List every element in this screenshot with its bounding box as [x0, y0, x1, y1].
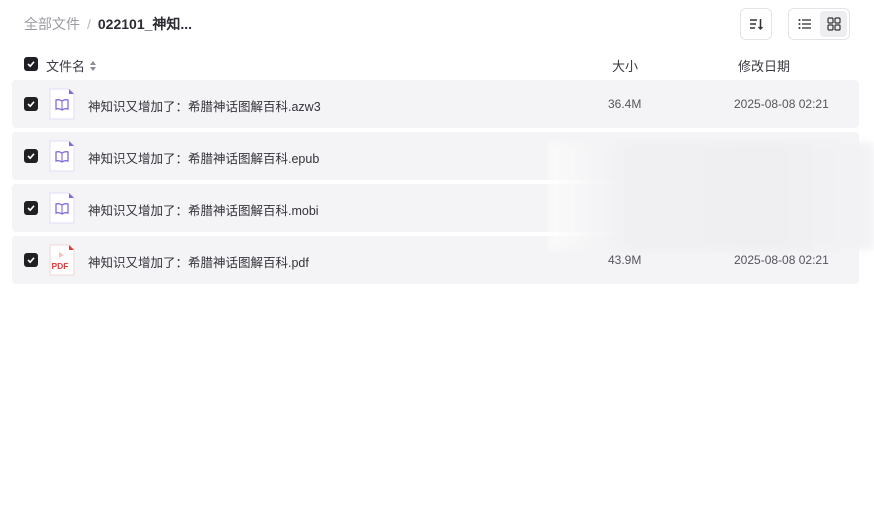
file-name[interactable]: 神知识又增加了：希腊神话图解百科.epub: [88, 148, 319, 167]
file-name[interactable]: 神知识又增加了：希腊神话图解百科.azw3: [88, 96, 321, 115]
file-date: 2025-08-08 02:21: [734, 97, 829, 111]
check-icon: [27, 205, 35, 212]
file-name[interactable]: 神知识又增加了：希腊神话图解百科.mobi: [88, 200, 319, 219]
grid-view-button[interactable]: [820, 11, 847, 37]
blurred-overlay: [548, 142, 874, 250]
pdf-icon-label: PDF: [52, 261, 69, 271]
list-view-button[interactable]: [791, 11, 818, 37]
ebook-file-icon: [49, 192, 75, 224]
view-switch: [788, 8, 850, 40]
file-browser: 全部文件 / 022101_神知... 文件名 大小 修改日期 神知识又增加了：…: [0, 0, 874, 514]
file-name[interactable]: 神知识又增加了：希腊神话图解百科.pdf: [88, 252, 309, 271]
row-checkbox[interactable]: [24, 253, 38, 267]
file-size: 43.9M: [608, 253, 642, 267]
sort-toggle-icon: [90, 60, 97, 71]
ebook-file-icon: [49, 140, 75, 172]
table-row[interactable]: 神知识又增加了：希腊神话图解百科.azw3 36.4M 2025-08-08 0…: [12, 80, 859, 128]
check-icon: [27, 61, 35, 68]
file-date: 2025-08-08 02:21: [734, 253, 829, 267]
sort-icon: [750, 19, 763, 30]
breadcrumb-root[interactable]: 全部文件: [24, 14, 80, 34]
check-icon: [27, 257, 35, 264]
breadcrumb: 全部文件 / 022101_神知...: [24, 15, 192, 33]
check-icon: [27, 101, 35, 108]
row-checkbox[interactable]: [24, 97, 38, 111]
pdf-file-icon: PDF: [49, 244, 75, 276]
column-date-header[interactable]: 修改日期: [738, 56, 790, 75]
grid-view-icon: [826, 17, 841, 31]
table-header: 文件名 大小 修改日期: [12, 50, 859, 78]
column-name-header[interactable]: 文件名: [46, 56, 97, 75]
ebook-file-icon: [49, 88, 75, 120]
breadcrumb-current: 022101_神知...: [97, 16, 193, 32]
select-all-checkbox[interactable]: [24, 57, 38, 71]
breadcrumb-separator: /: [87, 16, 91, 32]
file-size: 36.4M: [608, 97, 642, 111]
column-size-header[interactable]: 大小: [612, 56, 638, 75]
row-checkbox[interactable]: [24, 201, 38, 215]
sort-button[interactable]: [740, 8, 772, 40]
list-view-icon: [798, 19, 811, 29]
row-checkbox[interactable]: [24, 149, 38, 163]
column-name-label: 文件名: [46, 59, 86, 74]
check-icon: [27, 153, 35, 160]
